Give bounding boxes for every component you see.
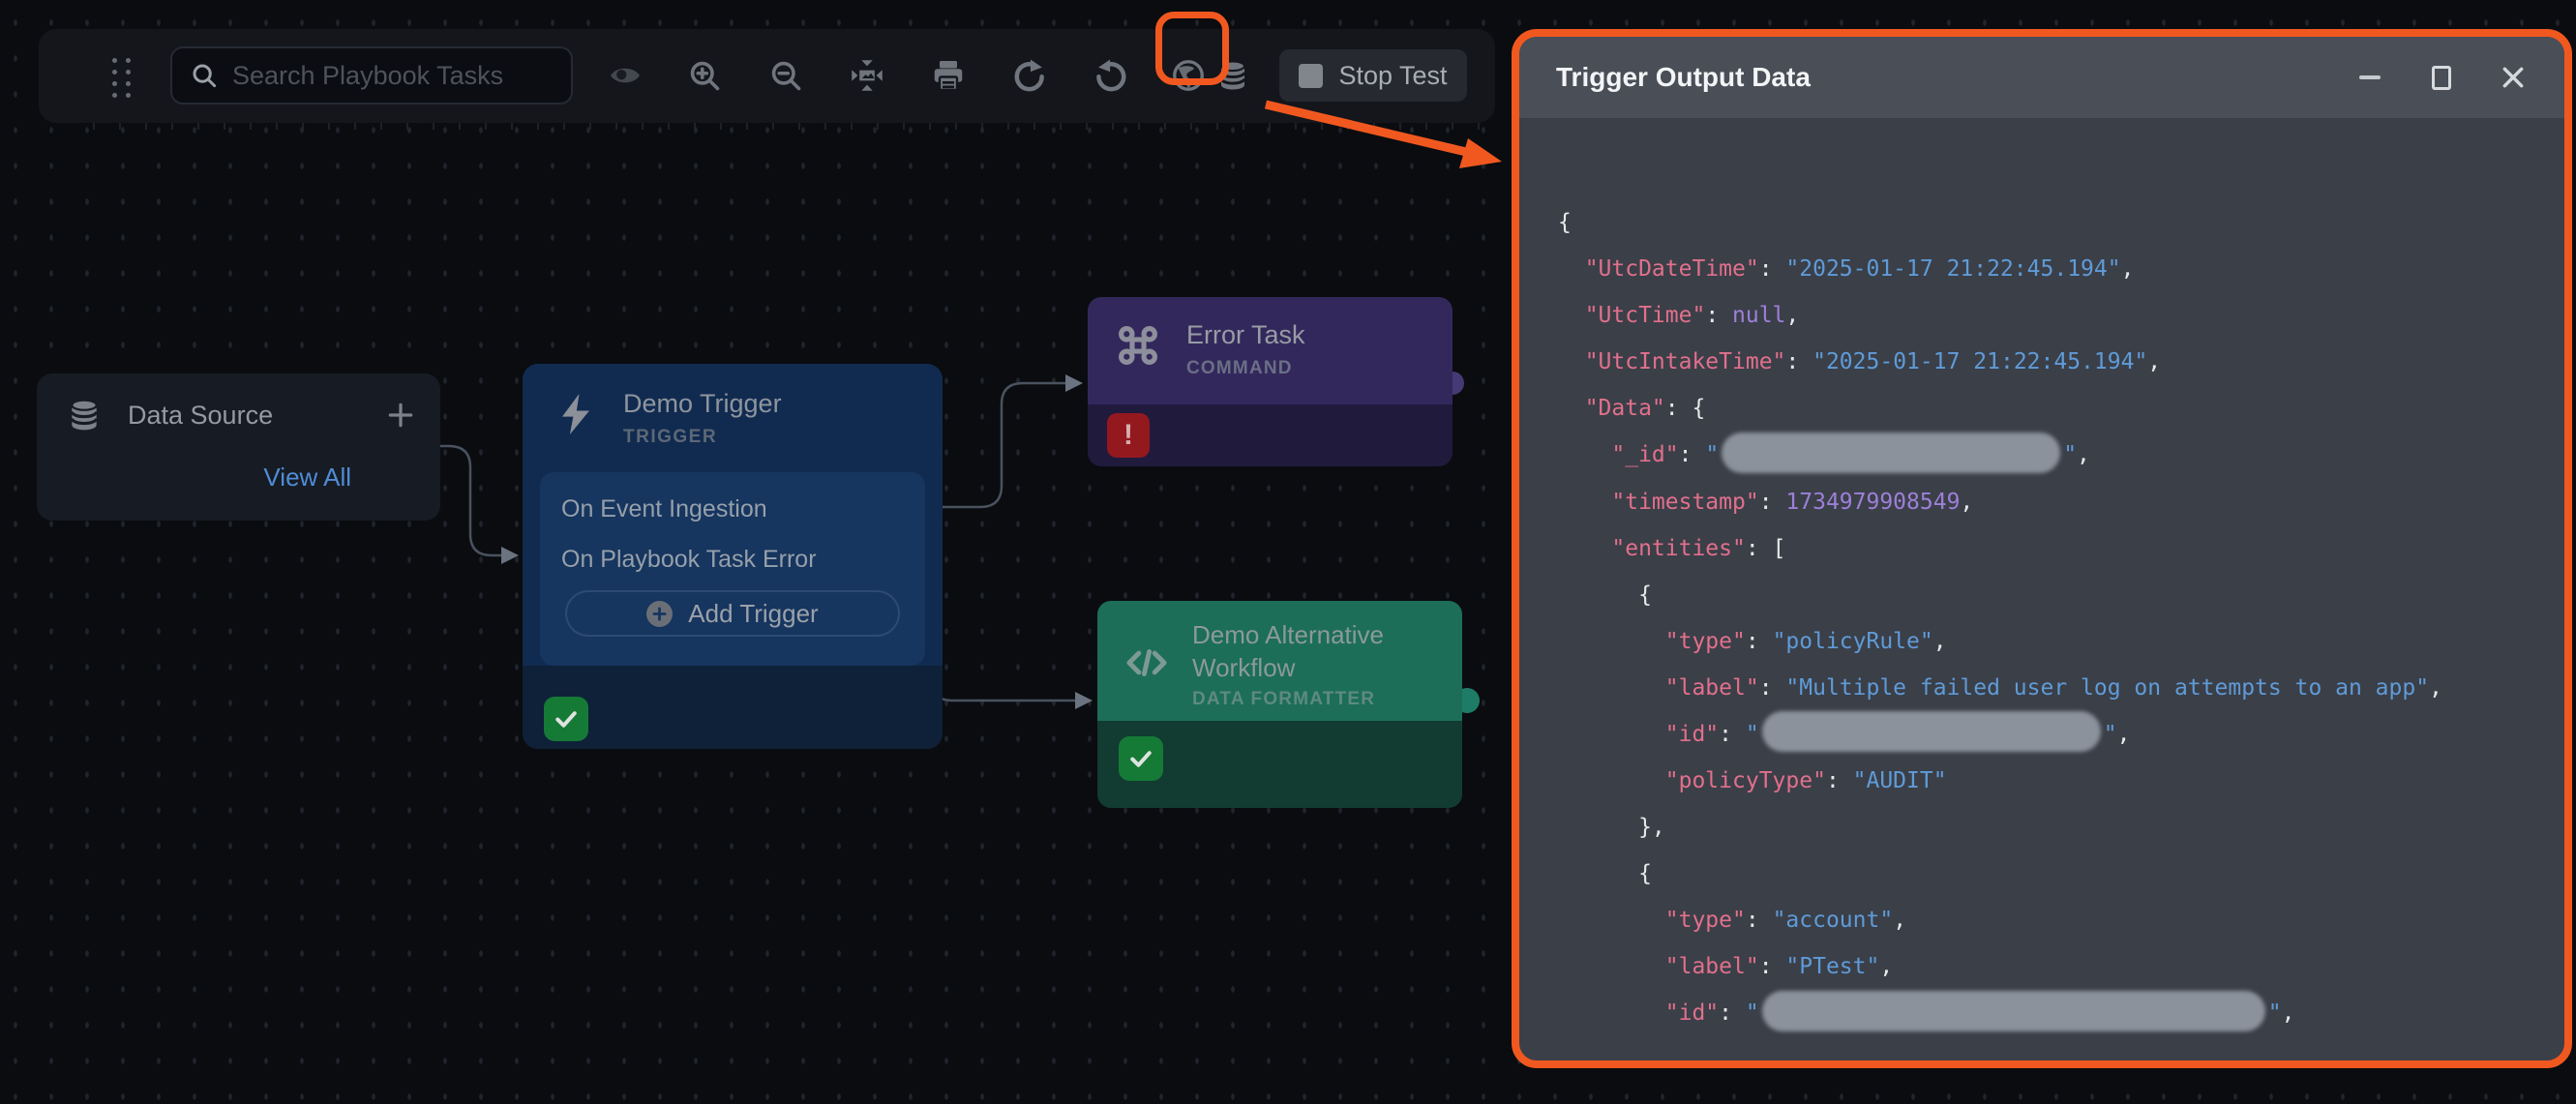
- redacted-value: [1722, 433, 2060, 473]
- arrowhead: [501, 547, 519, 564]
- panel-title: Trigger Output Data: [1556, 62, 1811, 93]
- add-trigger-label: Add Trigger: [688, 599, 818, 629]
- panel-header[interactable]: Trigger Output Data: [1519, 37, 2564, 118]
- node-status-bar: [523, 666, 943, 749]
- json-line: "id": "",: [1558, 990, 2526, 1037]
- fit-view-icon[interactable]: [848, 56, 886, 95]
- json-line: "entities": [: [1558, 525, 2526, 572]
- node-data-source[interactable]: Data Source View All: [37, 373, 440, 521]
- plus-circle-icon: [646, 601, 673, 627]
- add-trigger-button[interactable]: Add Trigger: [565, 590, 900, 637]
- node-type-label: TRIGGER: [623, 427, 782, 448]
- json-line: "timestamp": 1734979908549,: [1558, 479, 2526, 525]
- search-box[interactable]: [170, 46, 573, 104]
- print-icon[interactable]: [929, 56, 968, 95]
- trigger-output-row[interactable]: On Event Ingestion: [561, 495, 767, 523]
- node-status-bar: [1097, 721, 1462, 808]
- add-data-source-icon[interactable]: [386, 401, 415, 430]
- json-line: "_id": "",: [1558, 432, 2526, 479]
- close-button[interactable]: [2499, 63, 2528, 92]
- json-line: {: [1558, 199, 2526, 246]
- command-icon: [1117, 324, 1159, 367]
- node-title: Demo Trigger: [623, 389, 782, 419]
- node-demo-alternative-workflow[interactable]: Demo Alternative Workflow DATA FORMATTER: [1097, 601, 1462, 808]
- json-line: "policyType": "AUDIT": [1558, 758, 2526, 804]
- trigger-outputs-panel: On Event Ingestion On Playbook Task Erro…: [540, 472, 925, 666]
- success-check-icon: [1119, 736, 1163, 781]
- json-line: "id": "",: [1558, 711, 2526, 759]
- success-check-icon: [544, 697, 588, 741]
- stop-icon: [1299, 64, 1323, 88]
- node-type-label: DATA FORMATTER: [1192, 689, 1415, 710]
- code-icon: [1124, 643, 1169, 682]
- node-title: Error Task: [1186, 320, 1305, 350]
- node-demo-trigger[interactable]: Demo Trigger TRIGGER On Event Ingestion …: [523, 364, 943, 749]
- node-title: Data Source: [128, 401, 273, 431]
- json-line: "UtcIntakeTime": "2025-01-17 21:22:45.19…: [1558, 339, 2526, 385]
- redacted-value: [1762, 711, 2101, 752]
- json-line: "UtcTime": null,: [1558, 292, 2526, 339]
- node-title: Demo Alternative Workflow: [1192, 618, 1415, 684]
- node-type-label: COMMAND: [1186, 358, 1305, 379]
- arrowhead: [1065, 374, 1083, 392]
- json-line: {: [1558, 850, 2526, 897]
- minimize-button[interactable]: [2355, 63, 2384, 92]
- maximize-button[interactable]: [2427, 63, 2456, 92]
- annotation-highlight-ring: [1155, 12, 1229, 85]
- playbook-editor: { "toolbar": { "search_placeholder": "Se…: [0, 0, 2576, 1104]
- drag-handle-icon[interactable]: [108, 55, 134, 100]
- error-exclamation-icon: !: [1107, 413, 1150, 458]
- zoom-out-icon[interactable]: [766, 56, 805, 95]
- json-line: },: [1558, 804, 2526, 850]
- node-error-task[interactable]: Error Task COMMAND !: [1088, 297, 1453, 466]
- trigger-output-row[interactable]: On Playbook Task Error: [561, 546, 817, 574]
- toolbar: Stop Test: [39, 29, 1495, 123]
- json-line: "label": "PTest",: [1558, 943, 2526, 990]
- redo-icon[interactable]: [1010, 56, 1049, 95]
- stop-test-label: Stop Test: [1338, 61, 1447, 91]
- json-line: "label": "Multiple failed user log on at…: [1558, 665, 2526, 711]
- json-line: "type": "policyRule",: [1558, 618, 2526, 665]
- zoom-in-icon[interactable]: [685, 56, 724, 95]
- json-line: {: [1558, 572, 2526, 618]
- redacted-value: [1762, 991, 2265, 1031]
- node-status-bar: !: [1088, 404, 1453, 466]
- undo-icon[interactable]: [1092, 56, 1130, 95]
- json-line: "Data": {: [1558, 385, 2526, 432]
- visibility-icon[interactable]: [606, 56, 644, 95]
- json-line: "UtcDateTime": "2025-01-17 21:22:45.194"…: [1558, 246, 2526, 292]
- view-all-link[interactable]: View All: [263, 462, 351, 492]
- trigger-output-data-panel: Trigger Output Data {"UtcDateTime": "202…: [1512, 29, 2572, 1068]
- search-icon: [190, 61, 219, 90]
- arrowhead: [1075, 692, 1093, 709]
- json-line: "type": "account",: [1558, 897, 2526, 943]
- lightning-icon: [555, 391, 596, 437]
- json-viewer[interactable]: {"UtcDateTime": "2025-01-17 21:22:45.194…: [1519, 118, 2564, 1057]
- stop-test-button[interactable]: Stop Test: [1279, 49, 1467, 102]
- database-icon: [66, 397, 103, 433]
- search-input[interactable]: [232, 61, 554, 91]
